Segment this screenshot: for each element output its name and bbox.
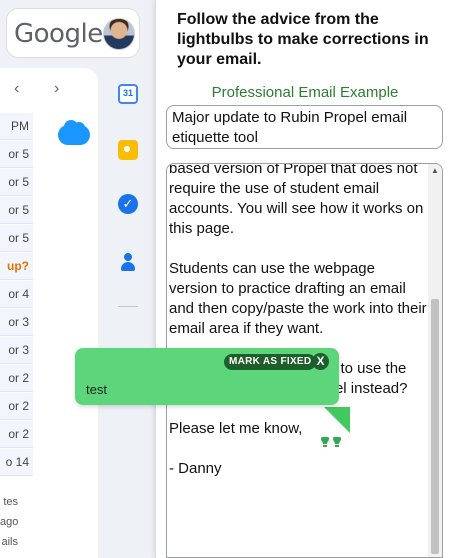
mail-row-time[interactable]: or 3 xyxy=(0,309,33,336)
mail-row-time[interactable]: o 14 xyxy=(0,449,33,476)
propel-panel: Follow the advice from the lightbulbs to… xyxy=(155,0,453,558)
google-account-chip[interactable]: Google xyxy=(6,8,140,58)
mail-row-time[interactable]: PM xyxy=(0,113,33,140)
scrollbar[interactable]: ▲ xyxy=(428,164,442,557)
subject-field[interactable]: Major update to Rubin Propel email etiqu… xyxy=(166,105,443,149)
close-popup-button[interactable]: X xyxy=(312,353,329,370)
mail-footer-line: ago xyxy=(0,516,19,528)
mail-row-time[interactable]: or 2 xyxy=(0,365,33,392)
side-panel-rail: 31 ✓ xyxy=(106,70,150,558)
contacts-icon[interactable] xyxy=(118,252,138,272)
lightbulb-icon[interactable] xyxy=(319,435,343,454)
mail-footer-line: ails xyxy=(1,536,18,548)
mail-footer-line: tes xyxy=(3,496,18,508)
calendar-icon[interactable]: 31 xyxy=(118,84,138,104)
salesforce-icon[interactable] xyxy=(58,120,90,145)
mail-row-time[interactable]: or 2 xyxy=(0,393,33,420)
popup-message: test xyxy=(86,382,107,397)
correction-popup: MARK AS FIXED X test xyxy=(75,348,339,405)
google-logo: Google xyxy=(14,19,103,49)
scrollbar-thumb[interactable] xyxy=(431,299,439,554)
mail-row-time[interactable]: or 2 xyxy=(0,421,33,448)
avatar[interactable] xyxy=(103,18,135,50)
mail-row-time[interactable]: or 3 xyxy=(0,337,33,364)
rail-divider xyxy=(118,306,138,307)
mail-row-time[interactable]: or 5 xyxy=(0,225,33,252)
scroll-up-icon[interactable]: ▲ xyxy=(431,166,439,175)
mail-row-time[interactable]: or 5 xyxy=(0,169,33,196)
keep-icon[interactable] xyxy=(118,140,138,160)
example-label: Professional Email Example xyxy=(211,84,399,101)
mail-row-time[interactable]: or 4 xyxy=(0,281,33,308)
email-body-text[interactable]: based version of Propel that does not re… xyxy=(169,164,427,479)
mail-row-time[interactable]: up? xyxy=(0,253,33,280)
tasks-icon[interactable]: ✓ xyxy=(118,194,138,214)
mail-row-time[interactable]: or 5 xyxy=(0,141,33,168)
mark-as-fixed-button[interactable]: MARK AS FIXED xyxy=(224,354,317,370)
mail-row-time[interactable]: or 5 xyxy=(0,197,33,224)
chevron-left-icon[interactable]: ‹ xyxy=(14,80,19,98)
chevron-right-icon[interactable]: › xyxy=(54,80,59,98)
instructions-heading: Follow the advice from the lightbulbs to… xyxy=(177,11,429,68)
